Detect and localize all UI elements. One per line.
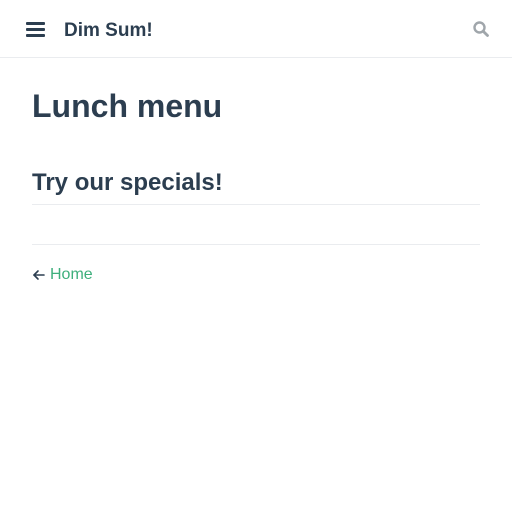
page-nav-divider [32, 244, 480, 245]
menu-bar-bottom [26, 34, 45, 37]
menu-bar-middle [26, 28, 45, 31]
arrow-left-icon-svg [33, 270, 45, 280]
prev-page-nav: Home [32, 265, 93, 285]
search-icon[interactable] [472, 20, 490, 38]
menu-bar-top [26, 22, 45, 25]
arrow-left-icon [32, 268, 46, 282]
search-icon-svg [473, 21, 489, 37]
section-heading: Try our specials! [32, 166, 480, 205]
home-link[interactable]: Home [50, 265, 93, 285]
page-title: Lunch menu [32, 88, 223, 124]
hamburger-menu-icon[interactable] [26, 21, 45, 37]
navbar: Dim Sum! [0, 0, 512, 58]
site-name-link[interactable]: Dim Sum! [64, 19, 153, 43]
